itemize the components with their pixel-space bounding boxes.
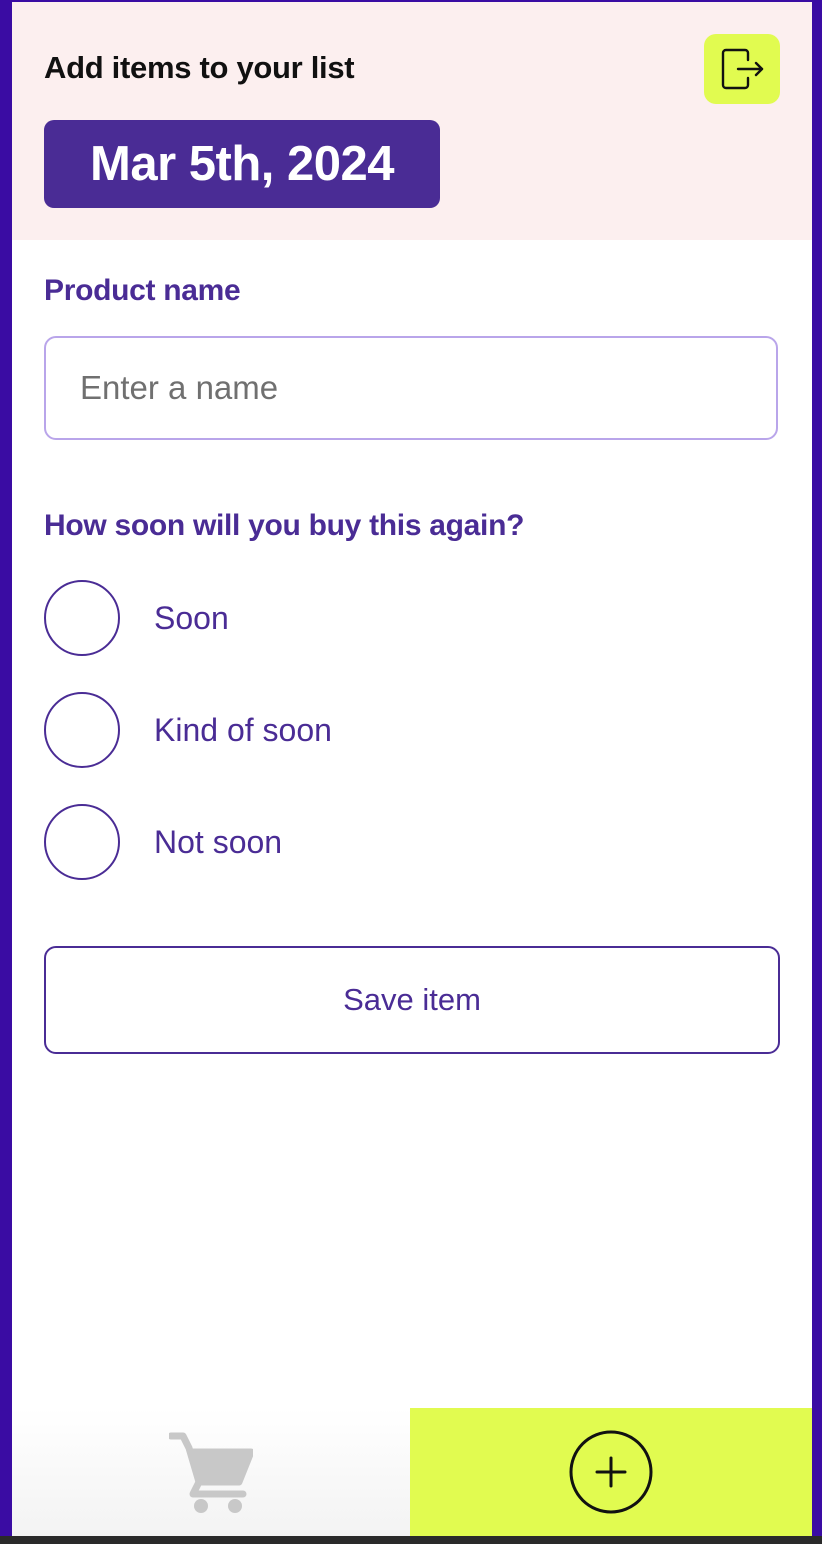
frequency-question-label: How soon will you buy this again? [44, 509, 525, 542]
plus-circle-icon [569, 1430, 653, 1514]
app-container: Add items to your list Mar 5th, 2024 Pro… [12, 2, 812, 1536]
logout-icon [721, 48, 764, 90]
radio-button-not-soon[interactable] [44, 804, 120, 880]
date-badge: Mar 5th, 2024 [44, 120, 440, 208]
product-name-input[interactable] [44, 336, 778, 440]
nav-add-tab[interactable] [410, 1408, 812, 1536]
radio-button-soon[interactable] [44, 580, 120, 656]
bottom-navigation [12, 1408, 812, 1536]
radio-option-soon[interactable]: Soon [44, 578, 544, 658]
product-name-label: Product name [44, 274, 241, 307]
shopping-cart-icon [169, 1432, 253, 1513]
save-item-button[interactable]: Save item [44, 946, 780, 1054]
radio-option-kind-of-soon[interactable]: Kind of soon [44, 690, 544, 770]
nav-list-tab[interactable] [12, 1408, 410, 1536]
logout-button[interactable] [704, 34, 780, 104]
page-title: Add items to your list [44, 50, 355, 85]
window-bottom-edge [0, 1536, 822, 1544]
radio-label-not-soon: Not soon [154, 823, 283, 860]
radio-label-soon: Soon [154, 599, 229, 636]
page-header: Add items to your list Mar 5th, 2024 [12, 2, 812, 240]
radio-option-not-soon[interactable]: Not soon [44, 802, 544, 882]
radio-button-kind-of-soon[interactable] [44, 692, 120, 768]
radio-label-kind-of-soon: Kind of soon [154, 711, 332, 748]
